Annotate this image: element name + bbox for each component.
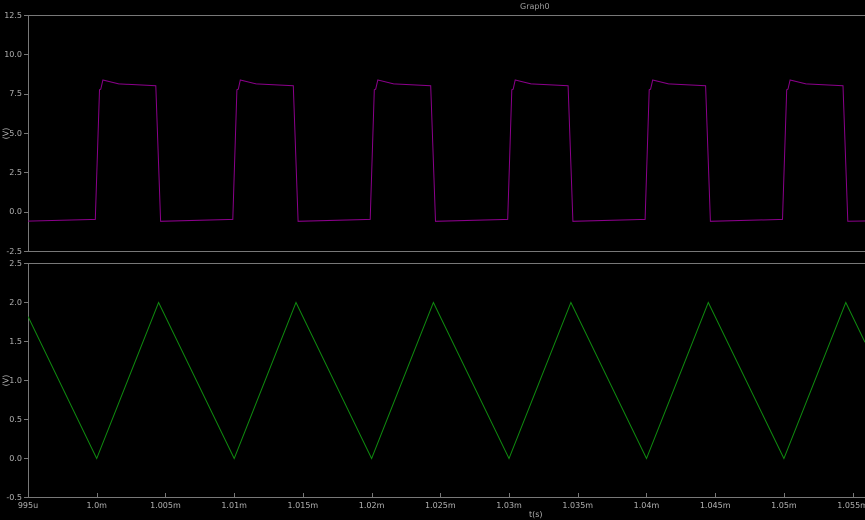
x-tick-label: 1.04m: [616, 501, 676, 510]
y-tick-mark: [24, 302, 28, 303]
y-tick-label: 5.0: [0, 129, 22, 139]
x-tick-label: 1.035m: [548, 501, 608, 510]
y-tick-label: 0.0: [0, 454, 22, 464]
y-tick-mark: [24, 54, 28, 55]
triangle-wave-trace: [28, 303, 865, 459]
plot-frame: [28, 15, 865, 252]
x-tick-label: 995u: [0, 501, 58, 510]
y-tick-label: 1.0: [0, 376, 22, 386]
plot-frame: [28, 263, 865, 498]
y-tick-label: 7.5: [0, 89, 22, 99]
chart-title: Graph0: [520, 2, 550, 11]
x-tick-label: 1.02m: [342, 501, 402, 510]
y-tick-mark: [24, 212, 28, 213]
y-tick-label: 0.5: [0, 415, 22, 425]
y-tick-mark: [24, 94, 28, 95]
x-tick-label: 1.0m: [67, 501, 127, 510]
x-tick-label: 1.025m: [410, 501, 470, 510]
y-tick-label: 10.0: [0, 50, 22, 60]
y-tick-mark: [24, 341, 28, 342]
y-tick-mark: [24, 251, 28, 252]
y-tick-label: 12.5: [0, 11, 22, 21]
x-tick-label: 1.05m: [754, 501, 814, 510]
y-tick-label: -2.5: [0, 247, 22, 257]
bottom-plot: (V) 2.52.01.51.00.50.0-0.5: [0, 263, 865, 498]
y-tick-mark: [24, 133, 28, 134]
square-wave-trace: [28, 80, 865, 221]
x-tick-label: 1.01m: [204, 501, 264, 510]
x-tick-label: 1.015m: [273, 501, 333, 510]
x-axis-label: t(s): [529, 510, 543, 519]
y-tick-mark: [24, 419, 28, 420]
y-tick-mark: [24, 15, 28, 16]
x-tick-label: 1.03m: [479, 501, 539, 510]
y-tick-mark: [24, 172, 28, 173]
y-tick-label: 0.0: [0, 207, 22, 217]
x-tick-label: 1.055m: [823, 501, 865, 510]
y-tick-mark: [24, 458, 28, 459]
y-tick-label: 2.5: [0, 168, 22, 178]
x-axis-strip: t(s) 995u 1.0m 1.005m 1.01m 1.015m 1.02m 1.025…: [0, 497, 865, 520]
top-plot: (V) 12.510.07.55.02.50.0-2.5: [0, 15, 865, 252]
y-tick-label: 1.5: [0, 337, 22, 347]
y-tick-label: 2.5: [0, 259, 22, 269]
top-plot-canvas: [28, 15, 865, 252]
y-tick-mark: [24, 380, 28, 381]
x-tick-label: 1.005m: [135, 501, 195, 510]
bottom-plot-canvas: [28, 263, 865, 498]
x-tick-label: 1.045m: [685, 501, 745, 510]
y-tick-mark: [24, 263, 28, 264]
y-tick-label: 2.0: [0, 298, 22, 308]
